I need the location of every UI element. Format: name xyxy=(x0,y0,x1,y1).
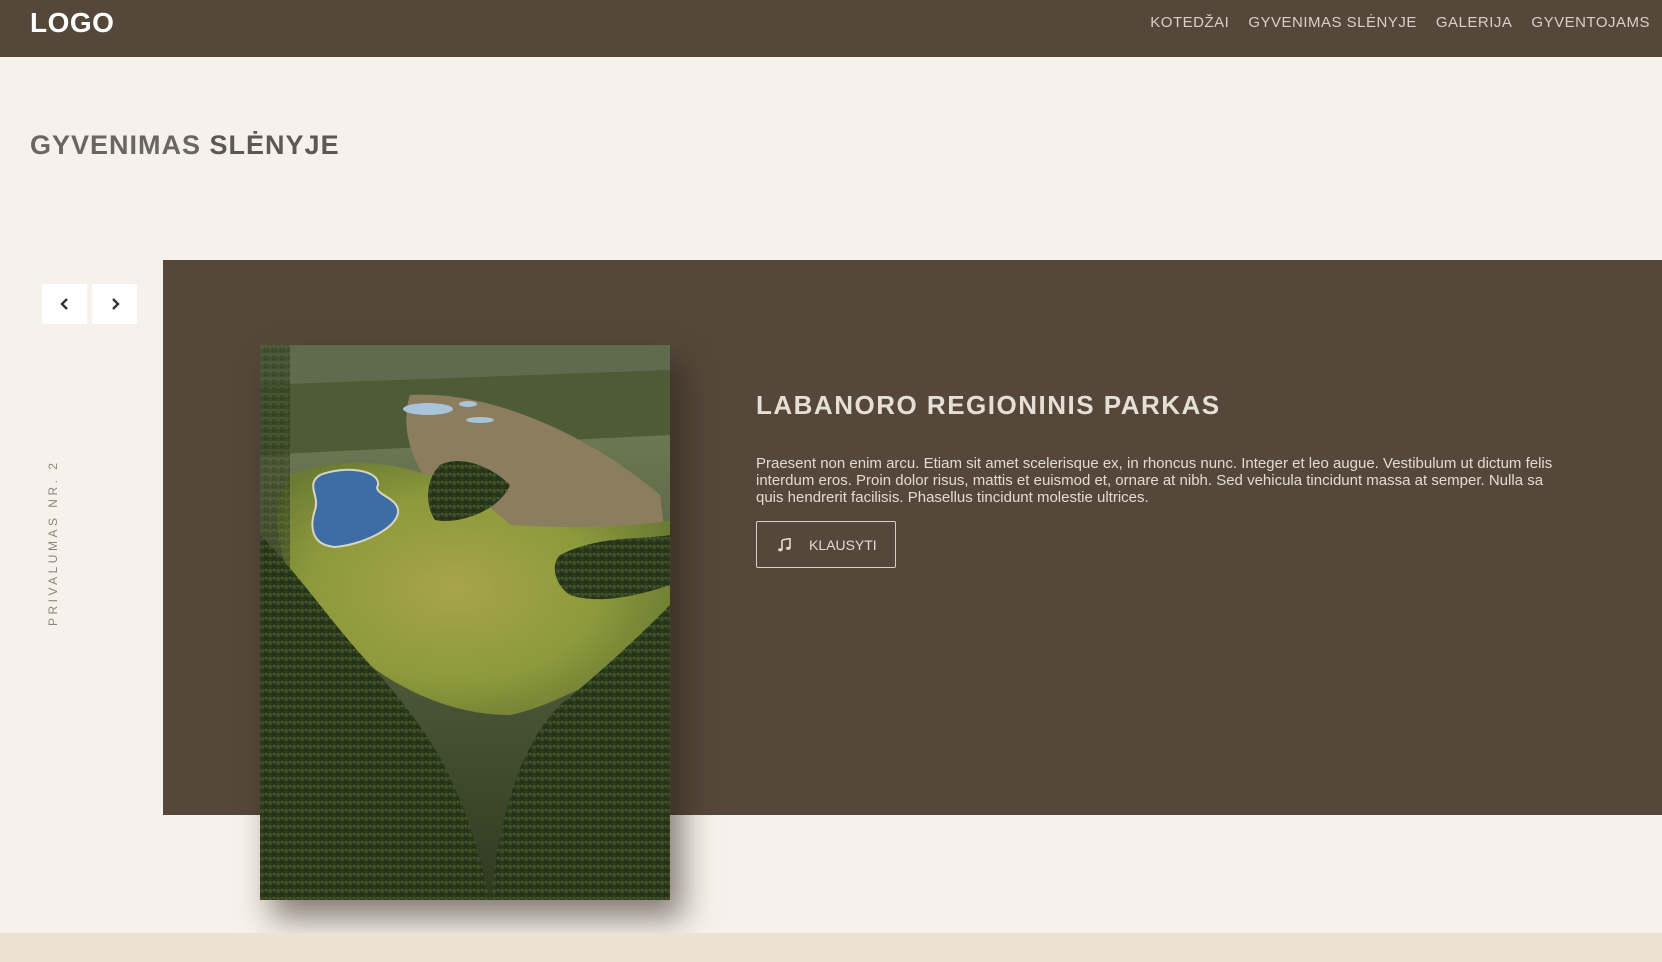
description-line-1: Praesent non enim arcu. Etiam sit amet s… xyxy=(756,455,1553,472)
music-note-icon xyxy=(778,537,791,551)
logo[interactable]: LOGO xyxy=(30,7,114,39)
listen-button[interactable]: KLAUSYTI xyxy=(756,521,896,568)
description-line-3: quis hendrerit facilisis. Phasellus tinc… xyxy=(756,489,1149,506)
slide-content: LABANORO REGIONINIS PARKAS Praesent non … xyxy=(756,390,1662,568)
slide-counter-label: PRIVALUMAS NR. 2 xyxy=(46,459,60,626)
next-slide-button[interactable] xyxy=(92,284,137,324)
top-navigation-bar: LOGO KOTEDŽAI GYVENIMAS SLĖNYJE GALERIJA… xyxy=(0,0,1662,57)
page-title: GYVENIMAS SLĖNYJE xyxy=(30,130,340,161)
nav-item-galerija[interactable]: GALERIJA xyxy=(1436,14,1513,31)
description-line-2: interdum eros. Proin dolor risus, mattis… xyxy=(756,472,1544,489)
page-title-bold: SLĖNYJE xyxy=(209,130,340,160)
nav-item-gyventojams[interactable]: GYVENTOJAMS xyxy=(1531,14,1650,31)
chevron-left-icon xyxy=(59,298,68,310)
slide-title: LABANORO REGIONINIS PARKAS xyxy=(756,390,1221,420)
aerial-landscape-image xyxy=(260,345,670,900)
prev-slide-button[interactable] xyxy=(42,284,87,324)
main-nav: KOTEDŽAI GYVENIMAS SLĖNYJE GALERIJA GYVE… xyxy=(1131,14,1650,31)
page-title-light: GYVENIMAS xyxy=(30,130,210,160)
nav-item-gyvenimas-slenyje[interactable]: GYVENIMAS SLĖNYJE xyxy=(1248,14,1417,31)
footer-strip xyxy=(0,933,1662,962)
chevron-right-icon xyxy=(111,298,120,310)
slide-description: Praesent non enim arcu. Etiam sit amet s… xyxy=(756,455,1662,506)
listen-button-label: KLAUSYTI xyxy=(809,536,877,553)
nav-item-kotedzai[interactable]: KOTEDŽAI xyxy=(1150,14,1229,31)
slide-photo xyxy=(260,345,670,900)
slider-arrows xyxy=(42,284,137,324)
